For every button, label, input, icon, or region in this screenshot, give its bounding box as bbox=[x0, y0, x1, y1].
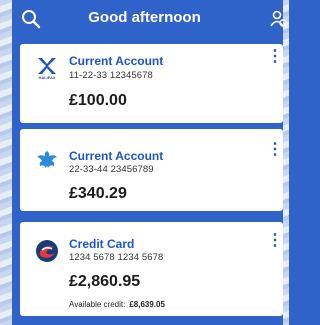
account-name: Current Account bbox=[69, 149, 164, 163]
account-number: 11-22-33 12345678 bbox=[69, 70, 153, 81]
account-card-credit[interactable]: Credit Card 1234 5678 1234 5678 £2,860.9… bbox=[20, 222, 283, 316]
more-options-icon[interactable]: ⋮ bbox=[267, 233, 283, 249]
available-credit-label: Available credit: bbox=[69, 300, 126, 309]
profile-icon[interactable] bbox=[269, 9, 287, 29]
app-header: Good afternoon bbox=[0, 0, 289, 40]
account-balance: £100.00 bbox=[69, 92, 127, 109]
account-balance: £340.29 bbox=[69, 185, 127, 202]
svg-text:HALIFAX: HALIFAX bbox=[38, 75, 55, 80]
account-name: Current Account bbox=[69, 54, 164, 68]
account-balance: £2,860.95 bbox=[69, 273, 141, 290]
account-card-current-2[interactable]: Current Account 22-33-44 23456789 £340.2… bbox=[20, 129, 283, 211]
account-name: Credit Card bbox=[69, 237, 135, 251]
more-options-icon[interactable]: ⋮ bbox=[267, 49, 283, 65]
greeting-title: Good afternoon bbox=[88, 9, 201, 26]
more-options-icon[interactable]: ⋮ bbox=[267, 142, 283, 158]
right-edge-border bbox=[283, 0, 289, 325]
available-credit: Available credit: £8,639.05 bbox=[69, 300, 165, 309]
swirl-logo-icon bbox=[36, 240, 58, 262]
available-credit-value: £8,639.05 bbox=[129, 300, 165, 309]
left-edge-border bbox=[0, 0, 12, 325]
account-number: 22-33-44 23456789 bbox=[69, 164, 154, 175]
eagle-logo-icon bbox=[37, 151, 57, 168]
halifax-logo-icon: HALIFAX bbox=[38, 58, 56, 80]
card-number: 1234 5678 1234 5678 bbox=[69, 252, 164, 263]
account-card-current-1[interactable]: HALIFAX Current Account 11-22-33 1234567… bbox=[20, 44, 283, 123]
